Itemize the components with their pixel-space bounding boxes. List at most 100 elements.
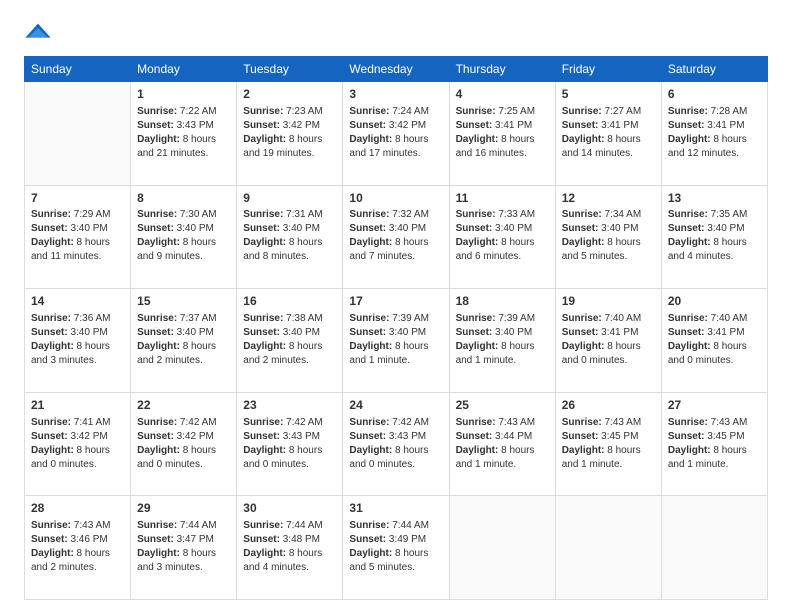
calendar-cell: 7Sunrise: 7:29 AMSunset: 3:40 PMDaylight… [25,185,131,289]
day-number: 24 [349,397,442,414]
calendar-cell: 8Sunrise: 7:30 AMSunset: 3:40 PMDaylight… [131,185,237,289]
day-number: 27 [668,397,761,414]
day-number: 3 [349,86,442,103]
day-number: 22 [137,397,230,414]
calendar-week-4: 21 Sunrise: 7:41 AMSunset: 3:42 PMDayligh… [25,392,768,496]
calendar-header-row: SundayMondayTuesdayWednesdayThursdayFrid… [25,57,768,82]
calendar-cell: 4 Sunrise: 7:25 AMSunset: 3:41 PMDaylight… [449,82,555,186]
calendar-cell: 28 Sunrise: 7:43 AMSunset: 3:46 PMDayligh… [25,496,131,600]
day-number: 13 [668,190,761,207]
day-number: 2 [243,86,336,103]
calendar-cell: 1Sunrise: 7:22 AMSunset: 3:43 PMDaylight… [131,82,237,186]
cell-content: Sunrise: 7:31 AMSunset: 3:40 PMDaylight:… [243,208,336,264]
day-number: 21 [31,397,124,414]
cell-content: Sunrise: 7:39 AMSunset: 3:40 PMDaylight:… [456,312,549,368]
day-number: 15 [137,293,230,310]
day-number: 4 [456,86,549,103]
page: SundayMondayTuesdayWednesdayThursdayFrid… [0,0,792,612]
cell-content: Sunrise: 7:42 AMSunset: 3:43 PMDaylight:… [349,416,442,472]
calendar-header-monday: Monday [131,57,237,82]
calendar-cell: 24 Sunrise: 7:42 AMSunset: 3:43 PMDayligh… [343,392,449,496]
cell-content: Sunrise: 7:25 AMSunset: 3:41 PMDaylight:… [456,105,549,161]
calendar-week-5: 28 Sunrise: 7:43 AMSunset: 3:46 PMDayligh… [25,496,768,600]
cell-content: Sunrise: 7:29 AMSunset: 3:40 PMDaylight:… [31,208,124,264]
calendar-cell: 5 Sunrise: 7:27 AMSunset: 3:41 PMDaylight… [555,82,661,186]
calendar-cell [25,82,131,186]
calendar-cell [661,496,767,600]
day-number: 9 [243,190,336,207]
calendar-week-2: 7Sunrise: 7:29 AMSunset: 3:40 PMDaylight… [25,185,768,289]
cell-content: Sunrise: 7:27 AMSunset: 3:41 PMDaylight:… [562,105,655,161]
cell-content: Sunrise: 7:24 AMSunset: 3:42 PMDaylight:… [349,105,442,161]
day-number: 28 [31,500,124,517]
calendar-header-friday: Friday [555,57,661,82]
cell-content: Sunrise: 7:41 AMSunset: 3:42 PMDaylight:… [31,416,124,472]
day-number: 29 [137,500,230,517]
cell-content: Sunrise: 7:32 AMSunset: 3:40 PMDaylight:… [349,208,442,264]
day-number: 19 [562,293,655,310]
cell-content: Sunrise: 7:38 AMSunset: 3:40 PMDaylight:… [243,312,336,368]
cell-content: Sunrise: 7:42 AMSunset: 3:43 PMDaylight:… [243,416,336,472]
day-number: 31 [349,500,442,517]
cell-content: Sunrise: 7:42 AMSunset: 3:42 PMDaylight:… [137,416,230,472]
cell-content: Sunrise: 7:40 AMSunset: 3:41 PMDaylight:… [562,312,655,368]
day-number: 20 [668,293,761,310]
day-number: 14 [31,293,124,310]
calendar-header-wednesday: Wednesday [343,57,449,82]
cell-content: Sunrise: 7:35 AMSunset: 3:40 PMDaylight:… [668,208,761,264]
calendar-week-3: 14Sunrise: 7:36 AMSunset: 3:40 PMDayligh… [25,289,768,393]
calendar-cell: 22 Sunrise: 7:42 AMSunset: 3:42 PMDayligh… [131,392,237,496]
calendar-cell: 25 Sunrise: 7:43 AMSunset: 3:44 PMDayligh… [449,392,555,496]
calendar-cell: 31 Sunrise: 7:44 AMSunset: 3:49 PMDayligh… [343,496,449,600]
cell-content: Sunrise: 7:44 AMSunset: 3:49 PMDaylight:… [349,519,442,575]
calendar-cell: 2Sunrise: 7:23 AMSunset: 3:42 PMDaylight… [237,82,343,186]
day-number: 10 [349,190,442,207]
day-number: 18 [456,293,549,310]
cell-content: Sunrise: 7:39 AMSunset: 3:40 PMDaylight:… [349,312,442,368]
cell-content: Sunrise: 7:43 AMSunset: 3:44 PMDaylight:… [456,416,549,472]
day-number: 7 [31,190,124,207]
calendar-cell: 23 Sunrise: 7:42 AMSunset: 3:43 PMDayligh… [237,392,343,496]
calendar-cell: 14Sunrise: 7:36 AMSunset: 3:40 PMDayligh… [25,289,131,393]
day-number: 16 [243,293,336,310]
cell-content: Sunrise: 7:40 AMSunset: 3:41 PMDaylight:… [668,312,761,368]
calendar-cell: 16 Sunrise: 7:38 AMSunset: 3:40 PMDayligh… [237,289,343,393]
calendar-cell: 21 Sunrise: 7:41 AMSunset: 3:42 PMDayligh… [25,392,131,496]
calendar-cell: 20 Sunrise: 7:40 AMSunset: 3:41 PMDayligh… [661,289,767,393]
day-number: 25 [456,397,549,414]
calendar-cell: 12Sunrise: 7:34 AMSunset: 3:40 PMDayligh… [555,185,661,289]
logo-icon [24,18,52,46]
cell-content: Sunrise: 7:28 AMSunset: 3:41 PMDaylight:… [668,105,761,161]
day-number: 23 [243,397,336,414]
calendar-cell: 17 Sunrise: 7:39 AMSunset: 3:40 PMDayligh… [343,289,449,393]
calendar-cell: 26 Sunrise: 7:43 AMSunset: 3:45 PMDayligh… [555,392,661,496]
cell-content: Sunrise: 7:43 AMSunset: 3:46 PMDaylight:… [31,519,124,575]
calendar-header-thursday: Thursday [449,57,555,82]
cell-content: Sunrise: 7:30 AMSunset: 3:40 PMDaylight:… [137,208,230,264]
day-number: 17 [349,293,442,310]
calendar-cell: 6 Sunrise: 7:28 AMSunset: 3:41 PMDaylight… [661,82,767,186]
calendar-week-1: 1Sunrise: 7:22 AMSunset: 3:43 PMDaylight… [25,82,768,186]
day-number: 6 [668,86,761,103]
calendar-cell: 13Sunrise: 7:35 AMSunset: 3:40 PMDayligh… [661,185,767,289]
day-number: 5 [562,86,655,103]
calendar-cell: 30Sunrise: 7:44 AMSunset: 3:48 PMDayligh… [237,496,343,600]
cell-content: Sunrise: 7:43 AMSunset: 3:45 PMDaylight:… [562,416,655,472]
calendar-cell: 9Sunrise: 7:31 AMSunset: 3:40 PMDaylight… [237,185,343,289]
calendar-cell: 10Sunrise: 7:32 AMSunset: 3:40 PMDayligh… [343,185,449,289]
calendar-cell: 11Sunrise: 7:33 AMSunset: 3:40 PMDayligh… [449,185,555,289]
day-number: 8 [137,190,230,207]
day-number: 26 [562,397,655,414]
cell-content: Sunrise: 7:33 AMSunset: 3:40 PMDaylight:… [456,208,549,264]
day-number: 11 [456,190,549,207]
calendar-cell: 3 Sunrise: 7:24 AMSunset: 3:42 PMDaylight… [343,82,449,186]
calendar-cell: 15Sunrise: 7:37 AMSunset: 3:40 PMDayligh… [131,289,237,393]
calendar-cell: 19 Sunrise: 7:40 AMSunset: 3:41 PMDayligh… [555,289,661,393]
calendar-table: SundayMondayTuesdayWednesdayThursdayFrid… [24,56,768,600]
cell-content: Sunrise: 7:44 AMSunset: 3:47 PMDaylight:… [137,519,230,575]
calendar-header-sunday: Sunday [25,57,131,82]
day-number: 12 [562,190,655,207]
header [24,18,768,46]
logo [24,18,56,46]
calendar-header-saturday: Saturday [661,57,767,82]
